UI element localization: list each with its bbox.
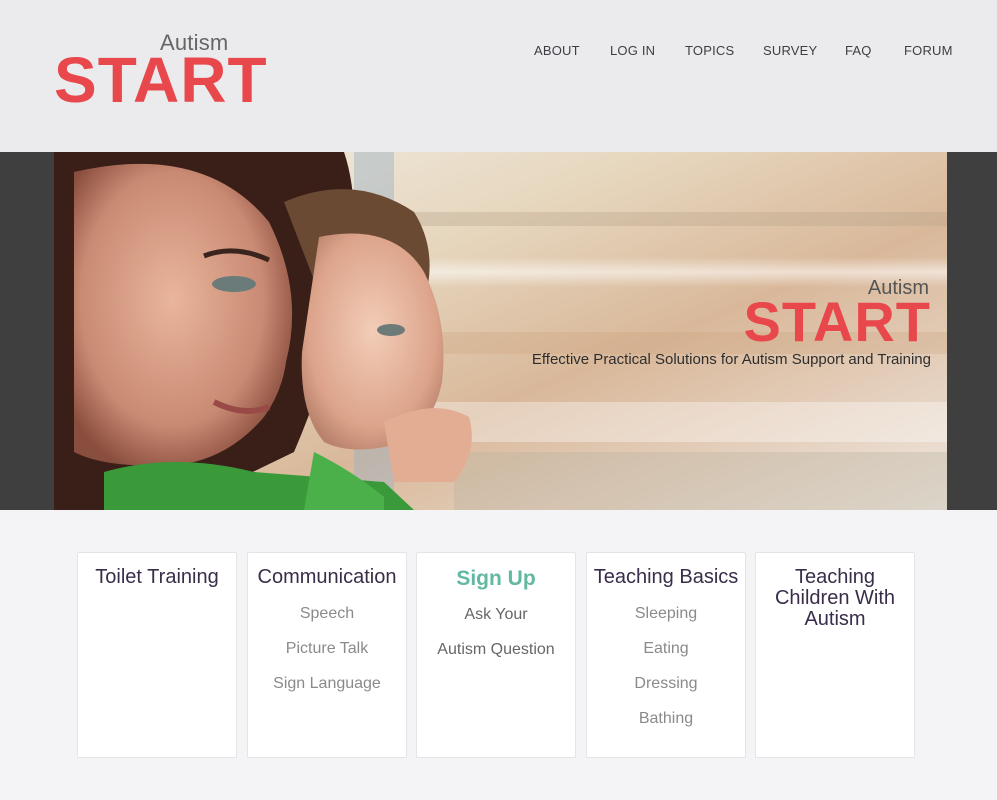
hero-banner: Autism START Effective Practical Solutio… — [54, 152, 947, 510]
card-title[interactable]: Communication — [248, 567, 406, 588]
card-link-eating[interactable]: Eating — [587, 640, 745, 658]
card-link-speech[interactable]: Speech — [248, 605, 406, 623]
card-communication[interactable]: Communication Speech Picture Talk Sign L… — [247, 552, 407, 758]
card-sign-up[interactable]: Sign Up Ask Your Autism Question — [416, 552, 576, 758]
main-nav: ABOUT LOG IN TOPICS SURVEY FAQ FORUM — [0, 43, 997, 63]
nav-login[interactable]: LOG IN — [610, 43, 655, 58]
card-link-bathing[interactable]: Bathing — [587, 710, 745, 728]
card-link-sleeping[interactable]: Sleeping — [587, 605, 745, 623]
sign-up-link[interactable]: Sign Up — [417, 568, 575, 589]
ask-question-line-2[interactable]: Autism Question — [417, 641, 575, 659]
card-link-dressing[interactable]: Dressing — [587, 675, 745, 693]
nav-survey[interactable]: SURVEY — [763, 43, 817, 58]
card-teaching-children[interactable]: Teaching Children With Autism — [755, 552, 915, 758]
topic-cards: Toilet Training Communication Speech Pic… — [77, 552, 917, 758]
card-title[interactable]: Teaching Children With Autism — [756, 567, 914, 630]
card-title[interactable]: Teaching Basics — [587, 567, 745, 588]
hero-tagline: Effective Practical Solutions for Autism… — [531, 351, 931, 368]
hero-logo-big: START — [743, 290, 931, 353]
nav-faq[interactable]: FAQ — [845, 43, 872, 58]
card-title[interactable]: Toilet Training — [78, 567, 236, 588]
nav-forum[interactable]: FORUM — [904, 43, 953, 58]
card-teaching-basics[interactable]: Teaching Basics Sleeping Eating Dressing… — [586, 552, 746, 758]
site-logo[interactable]: Autism START — [54, 30, 267, 112]
nav-about[interactable]: ABOUT — [534, 43, 580, 58]
ask-question-line-1[interactable]: Ask Your — [417, 606, 575, 624]
card-link-sign-language[interactable]: Sign Language — [248, 675, 406, 693]
site-header: Autism START ABOUT LOG IN TOPICS SURVEY … — [0, 0, 997, 152]
card-toilet-training[interactable]: Toilet Training — [77, 552, 237, 758]
card-link-picture-talk[interactable]: Picture Talk — [248, 640, 406, 658]
nav-topics[interactable]: TOPICS — [685, 43, 734, 58]
